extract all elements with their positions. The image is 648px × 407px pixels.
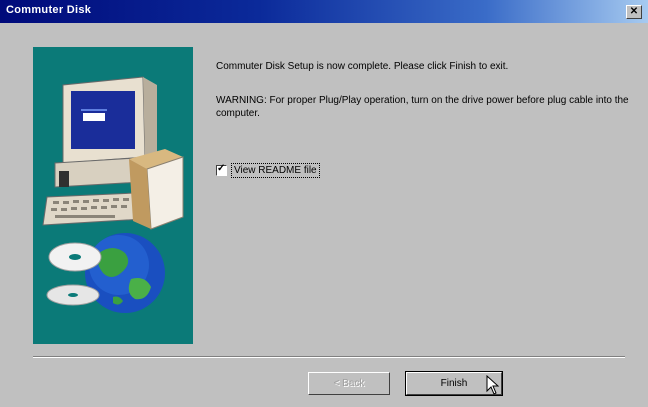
back-button[interactable]: < Back [308, 372, 390, 395]
close-icon: ✕ [629, 6, 639, 17]
warning-message: WARNING: For proper Plug/Play operation,… [216, 95, 629, 119]
title-bar[interactable]: Commuter Disk ✕ [0, 0, 648, 23]
readme-checkbox-label[interactable]: View README file [231, 163, 320, 178]
readme-checkbox[interactable]: ✓ [216, 163, 227, 176]
computer-globe-illustration [42, 76, 184, 313]
mouse-pointer-icon [486, 375, 500, 395]
window-title: Commuter Disk [6, 4, 92, 16]
button-separator [33, 356, 625, 358]
readme-option[interactable]: ✓ View README file [216, 163, 320, 178]
setup-illustration [33, 47, 193, 344]
checkmark-icon: ✓ [217, 163, 226, 174]
setup-dialog: Commuter Disk ✕ Commuter Disk Setup is n… [0, 0, 648, 407]
completion-message: Commuter Disk Setup is now complete. Ple… [216, 61, 509, 72]
close-button[interactable]: ✕ [626, 5, 642, 19]
